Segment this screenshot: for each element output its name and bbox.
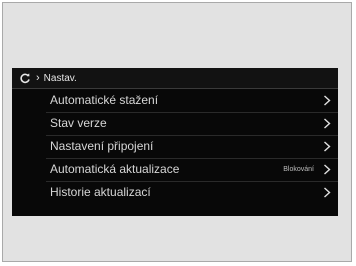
chevron-right-icon bbox=[324, 118, 331, 129]
menu-item-version-status[interactable]: Stav verze bbox=[12, 112, 338, 135]
refresh-icon[interactable] bbox=[19, 72, 31, 84]
menu-item-update-history[interactable]: Historie aktualizací bbox=[12, 181, 338, 204]
menu-item-automatic-update[interactable]: Automatická aktualizace Blokování bbox=[12, 158, 338, 181]
menu-item-label: Nastavení připojení bbox=[50, 139, 154, 153]
menu-item-connection-settings[interactable]: Nastavení připojení bbox=[12, 135, 338, 158]
infotainment-screen: › Nastav. Automatické stažení Stav verze… bbox=[12, 68, 338, 216]
menu-item-label: Automatická aktualizace bbox=[50, 162, 180, 176]
chevron-right-icon bbox=[324, 95, 331, 106]
chevron-right-icon bbox=[324, 187, 331, 198]
chevron-right-icon: › bbox=[36, 71, 40, 84]
status-value: Blokování bbox=[283, 166, 314, 173]
page-title: Nastav. bbox=[43, 72, 77, 84]
menu-item-label: Stav verze bbox=[50, 116, 107, 130]
menu-item-automatic-download[interactable]: Automatické stažení bbox=[12, 89, 338, 112]
breadcrumb: › Nastav. bbox=[12, 68, 338, 88]
display-frame: › Nastav. Automatické stažení Stav verze… bbox=[2, 2, 352, 262]
chevron-right-icon bbox=[324, 141, 331, 152]
chevron-right-icon bbox=[324, 164, 331, 175]
settings-menu: Automatické stažení Stav verze Nastavení… bbox=[12, 89, 338, 204]
menu-item-label: Automatické stažení bbox=[50, 93, 159, 107]
menu-item-label: Historie aktualizací bbox=[50, 185, 151, 199]
